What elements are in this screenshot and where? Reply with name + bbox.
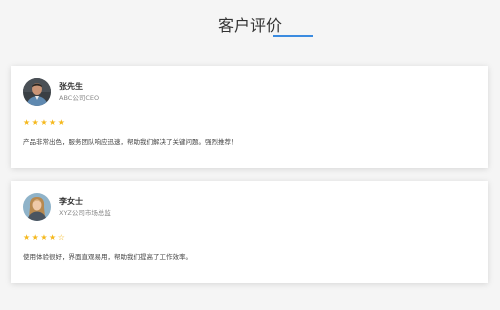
avatar [23,78,51,106]
testimonials-page: 客户评价 张先生 ABC公司CEO ★★★★★ 产品非常出色，服务团队响应迅速，… [0,0,500,310]
reviewer-name: 张先生 [59,82,83,91]
review-text: 使用体验很好，界面直观易用，帮助我们提高了工作效率。 [23,253,192,261]
section-title: 客户评价 [217,16,282,35]
testimonial-card: 李女士 XYZ公司市场总监 ★★★★☆ 使用体验很好，界面直观易用，帮助我们提高… [11,181,488,283]
title-underline [273,35,313,37]
star-rating: ★★★★★ [23,118,67,127]
reviewer-role: XYZ公司市场总监 [59,209,111,217]
star-rating: ★★★★☆ [23,233,67,242]
testimonial-card: 张先生 ABC公司CEO ★★★★★ 产品非常出色，服务团队响应迅速，帮助我们解… [11,66,488,168]
woman-avatar-icon [23,193,51,221]
man-avatar-icon [23,78,51,106]
review-text: 产品非常出色，服务团队响应迅速，帮助我们解决了关键问题。强烈推荐！ [23,138,238,146]
reviewer-name: 李女士 [59,197,83,206]
reviewer-role: ABC公司CEO [59,94,100,102]
avatar [23,193,51,221]
